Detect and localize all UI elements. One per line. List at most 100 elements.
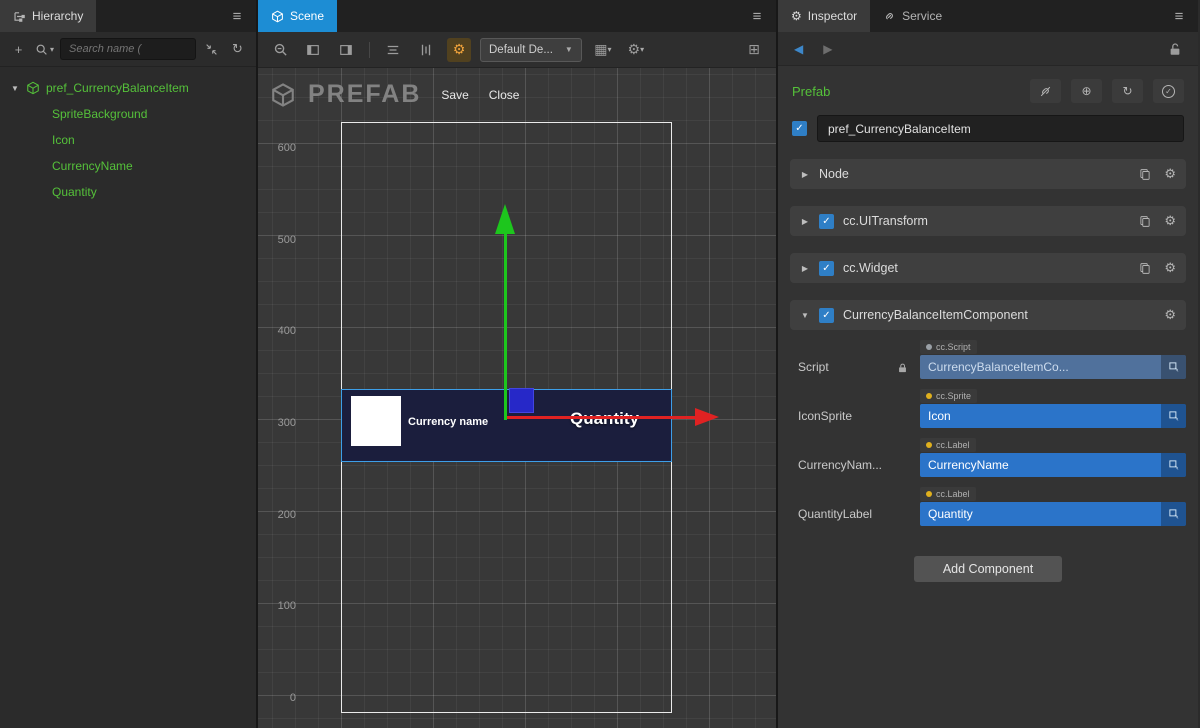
iconsprite-reference-field[interactable]: Icon — [920, 404, 1186, 428]
section-component[interactable]: ▼ ✓ CurrencyBalanceItemComponent ⚙ — [790, 300, 1186, 330]
scene-toolbar: ⚙ Default De... ▼ ▦▾ ⚙▾ ⊞ — [258, 32, 776, 68]
gizmo-y-axis[interactable] — [504, 233, 507, 420]
tab-scene[interactable]: Scene — [258, 0, 337, 32]
uitransform-enabled-checkbox[interactable]: ✓ — [819, 214, 834, 229]
hierarchy-tree: ▼ pref_CurrencyBalanceItem SpriteBackgro… — [0, 67, 256, 205]
docs-icon[interactable] — [1139, 168, 1151, 181]
add-component-button[interactable]: Add Component — [914, 556, 1062, 582]
prefab-asset-row: Prefab ⊕ ↻ ✓ — [792, 78, 1184, 104]
sprite-background-preview[interactable] — [351, 396, 401, 446]
caret-down-icon: ▼ — [565, 45, 573, 54]
tab-hierarchy[interactable]: Hierarchy — [0, 0, 96, 32]
type-dot-icon — [926, 442, 932, 448]
gear-icon[interactable]: ⚙ — [1164, 166, 1176, 182]
property-iconsprite: IconSprite cc.Sprite Icon — [790, 388, 1186, 428]
script-reference-field[interactable]: CurrencyBalanceItemCo... — [920, 355, 1186, 379]
collapsed-caret-icon[interactable]: ▶ — [800, 264, 810, 273]
prefab-asset-label: Prefab — [792, 84, 830, 99]
tree-node-label: pref_CurrencyBalanceItem — [46, 81, 189, 95]
nav-back-button[interactable]: ◀ — [794, 42, 803, 56]
section-uitransform[interactable]: ▶ ✓ cc.UITransform ⚙ — [790, 206, 1186, 236]
component-enabled-checkbox[interactable]: ✓ — [819, 308, 834, 323]
gear-icon: ⚙ — [791, 9, 802, 23]
inspector-panel: ⚙ Inspector Service ≡ ◀ ▶ Prefab ⊕ — [778, 0, 1198, 728]
frame-selection-button[interactable] — [301, 38, 325, 62]
refresh-button[interactable]: ↻ — [227, 38, 248, 61]
docs-icon[interactable] — [1139, 215, 1151, 228]
revert-prefab-button[interactable]: ↻ — [1112, 79, 1143, 103]
nav-forward-button[interactable]: ▶ — [823, 42, 832, 56]
gizmo-y-arrowhead-icon[interactable] — [495, 204, 515, 234]
widget-enabled-checkbox[interactable]: ✓ — [819, 261, 834, 276]
node-name-input[interactable] — [817, 115, 1184, 142]
tree-node-currencyname[interactable]: CurrencyName — [0, 153, 256, 179]
type-dot-icon — [926, 393, 932, 399]
add-node-button[interactable]: + — [8, 38, 29, 61]
expand-caret-icon[interactable]: ▼ — [10, 84, 20, 93]
gizmo-x-arrowhead-icon[interactable] — [695, 408, 719, 426]
prefab-cube-icon — [26, 81, 40, 95]
prefab-save-button[interactable]: Save — [441, 88, 468, 102]
expanded-caret-icon[interactable]: ▼ — [800, 311, 810, 320]
section-widget[interactable]: ▶ ✓ cc.Widget ⚙ — [790, 253, 1186, 283]
gizmo-settings-gear-icon[interactable]: ⚙ — [447, 38, 471, 62]
view-layout-dropdown[interactable]: ▦▾ — [591, 38, 615, 62]
tree-node-icon[interactable]: Icon — [0, 127, 256, 153]
scene-menu-icon[interactable]: ≡ — [738, 0, 776, 32]
collapse-all-button[interactable] — [201, 38, 222, 61]
inspector-menu-icon[interactable]: ≡ — [1160, 0, 1198, 32]
tree-node-root[interactable]: ▼ pref_CurrencyBalanceItem — [0, 75, 256, 101]
collapsed-caret-icon[interactable]: ▶ — [800, 170, 810, 179]
grid-toggle-button[interactable]: ⊞ — [742, 38, 766, 62]
tree-node-spritebackground[interactable]: SpriteBackground — [0, 101, 256, 127]
zoom-tool-button[interactable] — [268, 38, 292, 62]
node-picker-icon[interactable] — [1161, 502, 1186, 526]
align-horizontal-button[interactable] — [381, 38, 405, 62]
quantitylabel-reference-field[interactable]: Quantity — [920, 502, 1186, 526]
type-badge: cc.Sprite — [920, 389, 977, 403]
apply-prefab-button[interactable]: ✓ — [1153, 79, 1184, 103]
node-picker-icon[interactable] — [1161, 404, 1186, 428]
docs-icon[interactable] — [1139, 262, 1151, 275]
tree-node-label: SpriteBackground — [52, 107, 147, 121]
search-filter-button[interactable]: ▾ — [34, 38, 55, 61]
render-mode-value: Default De... — [489, 44, 553, 56]
ruler-label: 200 — [266, 509, 296, 521]
scene-viewport[interactable]: 600 500 400 300 200 100 0 Currency name … — [258, 68, 776, 728]
gizmo-xy-plane-handle[interactable] — [509, 388, 534, 413]
editor-window: Hierarchy ≡ + ▾ ↻ ▼ pref_CurrencyBalance… — [0, 0, 1200, 728]
gear-icon[interactable]: ⚙ — [1164, 260, 1176, 276]
scene-settings-dropdown[interactable]: ⚙▾ — [624, 38, 648, 62]
tree-node-quantity[interactable]: Quantity — [0, 179, 256, 205]
prefab-actions: ⊕ ↻ ✓ — [1030, 79, 1184, 103]
frame-left-icon — [306, 43, 320, 57]
tab-inspector[interactable]: ⚙ Inspector — [778, 0, 870, 32]
asset-picker-icon[interactable] — [1161, 355, 1186, 379]
currency-name-preview[interactable]: Currency name — [408, 416, 488, 428]
gizmo-x-axis[interactable] — [507, 416, 697, 419]
unlink-prefab-button[interactable] — [1030, 79, 1061, 103]
section-node[interactable]: ▶ Node ⚙ — [790, 159, 1186, 189]
render-mode-dropdown[interactable]: Default De... ▼ — [480, 38, 582, 62]
frame-all-button[interactable] — [334, 38, 358, 62]
gear-icon[interactable]: ⚙ — [1164, 307, 1176, 323]
gear-icon[interactable]: ⚙ — [1164, 213, 1176, 229]
type-badge: cc.Label — [920, 438, 976, 452]
service-tab-label: Service — [902, 9, 942, 23]
unlock-icon[interactable] — [1168, 42, 1182, 56]
hierarchy-search-input[interactable] — [60, 38, 196, 60]
hierarchy-menu-icon[interactable]: ≡ — [218, 0, 256, 32]
prefab-close-button[interactable]: Close — [489, 88, 520, 102]
node-picker-icon[interactable] — [1161, 453, 1186, 477]
prefab-watermark-icon — [270, 82, 296, 108]
collapsed-caret-icon[interactable]: ▶ — [800, 217, 810, 226]
quantity-preview[interactable]: Quantity — [570, 409, 639, 429]
scene-tab-label: Scene — [290, 9, 324, 23]
align-vertical-button[interactable] — [414, 38, 438, 62]
tab-service[interactable]: Service — [870, 0, 955, 32]
ruler-label: 0 — [266, 692, 296, 704]
currencyname-reference-field[interactable]: CurrencyName — [920, 453, 1186, 477]
align-vertical-icon — [419, 43, 433, 57]
node-active-checkbox[interactable]: ✓ — [792, 121, 807, 136]
locate-asset-button[interactable]: ⊕ — [1071, 79, 1102, 103]
